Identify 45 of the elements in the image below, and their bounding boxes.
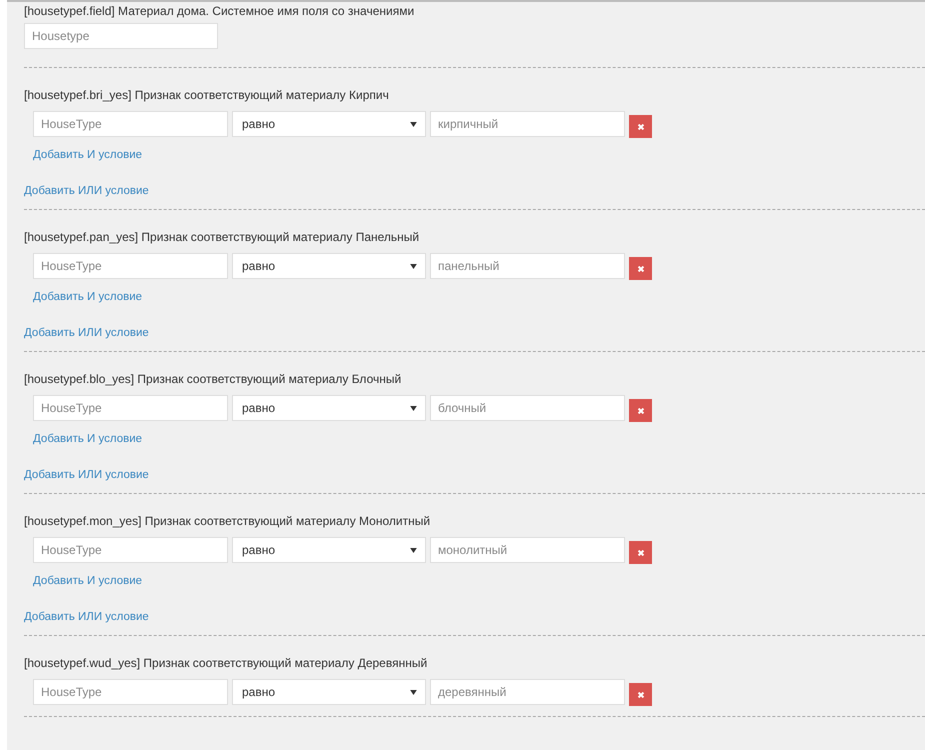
add-or-link[interactable]: Добавить ИЛИ условие [24, 325, 149, 341]
caret-icon [410, 264, 417, 268]
close-icon [636, 690, 644, 698]
caret-icon [410, 406, 417, 410]
input-field[interactable]: кирпичный [430, 111, 625, 137]
operator-dropdown[interactable]: равно [232, 111, 426, 137]
delete-button[interactable] [629, 399, 652, 422]
add-and-link[interactable]: Добавить И условие [33, 147, 142, 163]
input-field[interactable]: Housetype [24, 23, 218, 49]
delete-button[interactable] [629, 541, 652, 564]
delete-button[interactable] [629, 257, 652, 280]
caret-icon [410, 122, 417, 126]
input-field[interactable]: HouseType [33, 253, 228, 279]
add-and-link[interactable]: Добавить И условие [33, 431, 142, 447]
operator-dropdown[interactable]: равно [232, 253, 426, 279]
add-and-link[interactable]: Добавить И условие [33, 289, 142, 305]
delete-button[interactable] [629, 115, 652, 138]
operator-dropdown[interactable]: равно [232, 537, 426, 563]
add-or-link[interactable]: Добавить ИЛИ условие [24, 467, 149, 483]
close-icon [636, 406, 644, 414]
close-icon [636, 122, 644, 130]
close-icon [636, 264, 644, 272]
operator-dropdown[interactable]: равно [232, 395, 426, 421]
input-field[interactable]: деревянный [430, 679, 625, 705]
caret-icon [410, 548, 417, 552]
delete-button[interactable] [629, 683, 652, 706]
add-and-link[interactable]: Добавить И условие [33, 573, 142, 589]
close-icon [636, 548, 644, 556]
caret-icon [410, 690, 417, 694]
add-or-link[interactable]: Добавить ИЛИ условие [24, 183, 149, 199]
condition-label: [housetypef.pan_yes] Признак соответствующий материалу Панельный [24, 229, 420, 245]
add-or-link[interactable]: Добавить ИЛИ условие [24, 609, 149, 625]
input-field[interactable]: панельный [430, 253, 625, 279]
input-field[interactable]: HouseType [33, 395, 228, 421]
condition-label: [housetypef.mon_yes] Признак соответствующий материалу Монолитный [24, 513, 430, 529]
input-field[interactable]: HouseType [33, 111, 228, 137]
condition-label: [housetypef.wud_yes] Признак соответствующий материалу Деревянный [24, 655, 428, 671]
condition-label: [housetypef.blo_yes] Признак соответствующий материалу Блочный [24, 371, 402, 387]
operator-dropdown[interactable]: равно [232, 679, 426, 705]
input-field[interactable]: монолитный [430, 537, 625, 563]
field-label: [housetypef.field] Материал дома. Системное имя поля со значениями [24, 3, 416, 19]
input-field[interactable]: блочный [430, 395, 625, 421]
input-field[interactable]: HouseType [33, 679, 228, 705]
condition-label: [housetypef.bri_yes] Признак соответствующий материалу Кирпич [24, 87, 389, 103]
input-field[interactable]: HouseType [33, 537, 228, 563]
